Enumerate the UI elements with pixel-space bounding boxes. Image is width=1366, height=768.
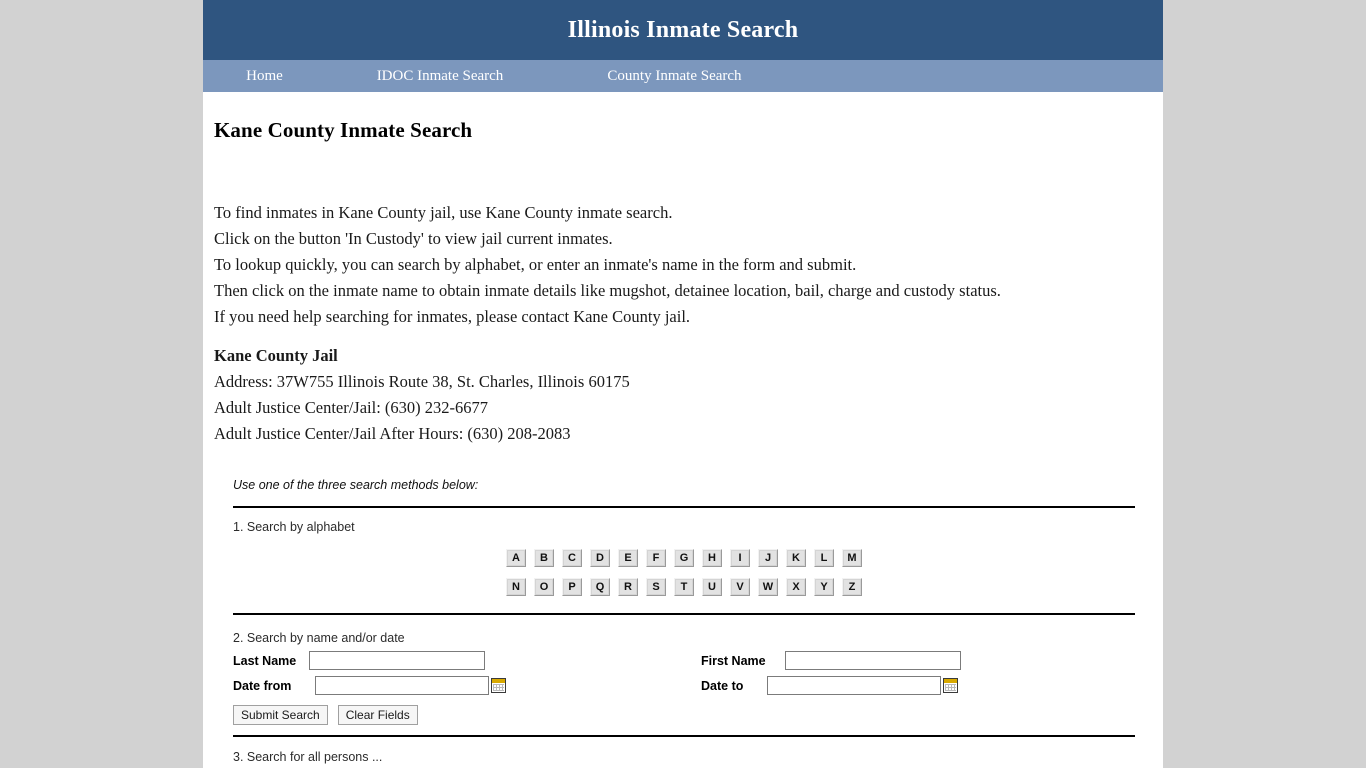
alpha-button-j[interactable]: J (758, 549, 778, 567)
alpha-button-u[interactable]: U (702, 578, 722, 596)
alpha-button-k[interactable]: K (786, 549, 806, 567)
date-from-group: Date from (233, 676, 701, 695)
calendar-icon-header (492, 679, 505, 683)
site-title: Illinois Inmate Search (567, 16, 799, 43)
alphabet-row-2: N O P Q R S T U V W X Y Z (233, 578, 1135, 596)
alpha-button-a[interactable]: A (506, 549, 526, 567)
alpha-button-o[interactable]: O (534, 578, 554, 596)
calendar-icon-grid (493, 684, 504, 691)
alpha-button-i[interactable]: I (730, 549, 750, 567)
alphabet-row-1: A B C D E F G H I J K L M (233, 549, 1135, 567)
alpha-button-y[interactable]: Y (814, 578, 834, 596)
date-to-input[interactable] (767, 676, 941, 695)
intro-line-4: Then click on the inmate name to obtain … (214, 281, 1001, 300)
alpha-button-g[interactable]: G (674, 549, 694, 567)
alpha-button-v[interactable]: V (730, 578, 750, 596)
alpha-button-n[interactable]: N (506, 578, 526, 596)
alpha-button-e[interactable]: E (618, 549, 638, 567)
last-name-input[interactable] (309, 651, 485, 670)
intro-line-2: Click on the button 'In Custody' to view… (214, 229, 613, 248)
alpha-button-l[interactable]: L (814, 549, 834, 567)
alpha-button-s[interactable]: S (646, 578, 666, 596)
site-header: Illinois Inmate Search (203, 0, 1163, 60)
nav-item-home[interactable]: Home (203, 68, 326, 85)
alpha-button-f[interactable]: F (646, 549, 666, 567)
alpha-button-h[interactable]: H (702, 549, 722, 567)
method-2-label: 2. Search by name and/or date (233, 631, 405, 645)
form-row-names: Last Name First Name (233, 651, 1135, 670)
intro-paragraphs: To find inmates in Kane County jail, use… (214, 204, 1152, 325)
alpha-button-q[interactable]: Q (590, 578, 610, 596)
form-row-dates: Date from Date to (233, 676, 1135, 695)
date-from-label: Date from (233, 678, 292, 693)
alpha-button-d[interactable]: D (590, 549, 610, 567)
alphabet-search-group: A B C D E F G H I J K L M N O P Q R S T … (233, 549, 1135, 596)
alpha-button-b[interactable]: B (534, 549, 554, 567)
jail-phone: Adult Justice Center/Jail: (630) 232-667… (214, 398, 489, 417)
intro-line-3: To lookup quickly, you can search by alp… (214, 255, 857, 274)
alpha-button-c[interactable]: C (562, 549, 582, 567)
alpha-button-x[interactable]: X (786, 578, 806, 596)
last-name-label: Last Name (233, 653, 297, 668)
intro-line-1: To find inmates in Kane County jail, use… (214, 203, 673, 222)
search-panel: Use one of the three search methods belo… (214, 478, 1152, 764)
alpha-button-m[interactable]: M (842, 549, 862, 567)
alpha-button-w[interactable]: W (758, 578, 778, 596)
search-methods-note: Use one of the three search methods belo… (233, 478, 479, 492)
page-title: Kane County Inmate Search (214, 118, 473, 142)
jail-after-hours-phone: Adult Justice Center/Jail After Hours: (… (214, 424, 571, 443)
alpha-button-z[interactable]: Z (842, 578, 862, 596)
name-date-search-form: 2. Search by name and/or date Last Name … (233, 615, 1135, 735)
calendar-icon-date-to[interactable] (943, 678, 958, 693)
main-navigation: Home IDOC Inmate Search County Inmate Se… (203, 60, 1163, 92)
submit-search-button[interactable]: Submit Search (233, 705, 328, 725)
jail-address: Address: 37W755 Illinois Route 38, St. C… (214, 372, 630, 391)
calendar-icon-grid (945, 684, 956, 691)
intro-line-5: If you need help searching for inmates, … (214, 307, 691, 326)
first-name-input[interactable] (785, 651, 961, 670)
nav-item-county-inmate-search[interactable]: County Inmate Search (567, 68, 782, 85)
first-name-group: First Name (701, 651, 1135, 670)
date-to-group: Date to (701, 676, 1135, 695)
last-name-group: Last Name (233, 651, 701, 670)
divider-top (233, 506, 1135, 508)
nav-item-idoc-inmate-search[interactable]: IDOC Inmate Search (340, 68, 540, 85)
alpha-button-r[interactable]: R (618, 578, 638, 596)
first-name-label: First Name (701, 653, 766, 668)
date-from-input[interactable] (315, 676, 489, 695)
alpha-button-t[interactable]: T (674, 578, 694, 596)
jail-contact-block: Kane County Jail Address: 37W755 Illinoi… (214, 347, 1152, 442)
alpha-button-p[interactable]: P (562, 578, 582, 596)
date-to-label: Date to (701, 678, 744, 693)
clear-fields-button[interactable]: Clear Fields (337, 705, 418, 725)
calendar-icon-header (944, 679, 957, 683)
main-content: Kane County Inmate Search To find inmate… (203, 92, 1163, 764)
method-1-label: 1. Search by alphabet (233, 520, 355, 534)
calendar-icon-date-from[interactable] (491, 678, 506, 693)
divider-bottom (233, 735, 1135, 737)
jail-name: Kane County Jail (214, 346, 338, 365)
page-container: Illinois Inmate Search Home IDOC Inmate … (203, 0, 1163, 768)
method-3-label: 3. Search for all persons ... (233, 750, 383, 764)
form-button-row: Submit Search Clear Fields (233, 705, 1135, 725)
